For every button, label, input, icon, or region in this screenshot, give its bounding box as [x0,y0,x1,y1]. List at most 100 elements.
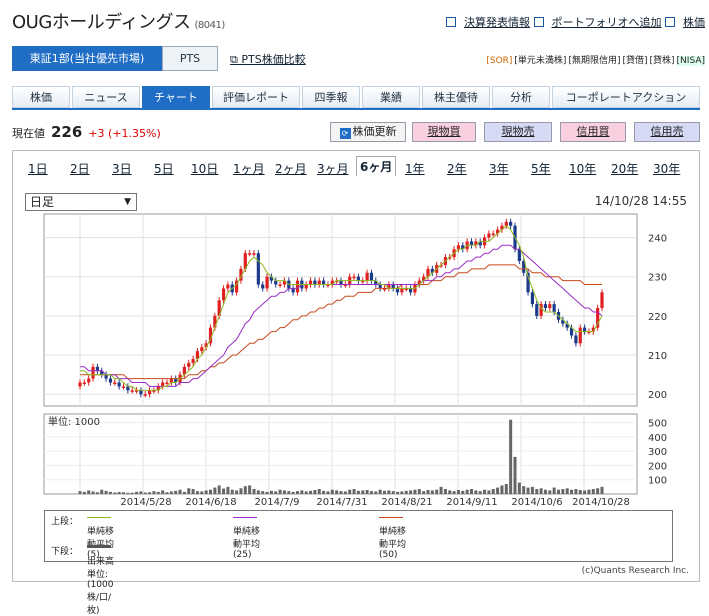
candle-body-116 [583,327,587,332]
volume-bar-31 [213,487,217,494]
vol-tick-1: 200 [648,461,667,472]
candle-body-56 [322,280,326,285]
ma50-swatch [379,517,403,518]
volume-bar-111 [561,489,565,494]
volume-bar-15 [143,492,147,494]
volume-bar-94 [487,490,491,494]
volume-bar-100 [513,456,517,494]
candle-body-55 [317,280,321,285]
vol-tick-3: 400 [648,433,667,444]
volume-bar-30 [209,489,212,494]
legend-ma50-label: 単純移動平均(50) [379,527,407,560]
volume-bar-52 [304,491,308,494]
legend-ma25: 単純移動平均(25) [233,514,261,560]
volume-bar-86 [452,491,456,494]
candle-body-64 [356,276,360,281]
volume-bar-1 [82,491,86,494]
candle-body-67 [369,272,374,281]
volume-bar-102 [522,486,526,494]
volume-bar-110 [557,489,560,494]
date-label-2: 2014/7/9 [255,497,300,508]
candle-body-39 [248,253,252,255]
volume-bar-38 [243,486,247,494]
price-tick-4: 240 [648,234,667,245]
volume-bar-74 [400,491,404,494]
volume-bar-7 [108,491,112,494]
volume-bar-49 [291,491,295,494]
volume-bar-95 [491,489,495,494]
candle-body-63 [352,276,356,279]
volume-bar-108 [548,490,552,494]
candle-body-42 [261,284,265,289]
volume-bar-72 [391,491,395,494]
volume-bar-82 [435,489,439,494]
candle-body-11 [126,386,130,391]
price-tick-1: 210 [648,351,667,362]
volume-bar-19 [161,490,165,494]
legend-volume: 出来高 単位:(1000株/口/枚) [87,544,115,616]
candle-body-15 [143,394,147,396]
legend-ma50: 単純移動平均(50) [379,514,407,560]
volume-bar-4 [95,492,99,494]
chart-legend: 上段： 単純移動平均(5) 単純移動平均(25) 単純移動平均(50) 下段： … [44,510,673,616]
candle-body-20 [165,382,169,384]
volume-bar-56 [322,490,326,494]
volume-bar-3 [91,491,95,494]
candle-body-49 [291,288,295,293]
volume-bar-6 [104,490,108,494]
volume-bar-20 [165,492,169,494]
volume-bar-51 [300,490,304,494]
candle-body-104 [530,292,534,305]
volume-bar-47 [282,490,286,494]
volume-bar-28 [200,491,204,494]
volume-bar-12 [130,492,134,494]
volume-bar-109 [552,487,556,494]
candle-body-87 [456,245,461,250]
candle-body-99 [509,221,513,226]
volume-bar-21 [169,491,173,494]
volume-bar-98 [504,484,508,494]
volume-bar-120 [600,486,604,494]
volume-bar-17 [152,491,156,494]
volume-bar-23 [178,489,182,494]
candle-body-10 [121,386,126,388]
candle-body-66 [365,272,369,281]
volume-bar-29 [204,490,208,494]
vol-tick-2: 300 [648,447,667,458]
volume-bar-36 [235,490,239,494]
volume-bar-48 [287,491,291,494]
volume-bar-81 [430,490,434,494]
candle-body-107 [543,304,548,309]
candle-body-54 [313,280,317,285]
volume-bar-103 [526,487,530,494]
candle-body-50 [295,280,300,293]
volume-bar-64 [356,490,360,494]
volume-swatch [87,545,111,548]
volume-bar-115 [578,490,582,494]
candle-body-115 [578,327,582,344]
volume-bar-58 [330,489,334,494]
volume-bar-106 [539,488,543,494]
volume-bar-73 [396,491,400,494]
candle-body-19 [161,382,165,387]
volume-bar-18 [156,491,160,494]
date-label-7: 2014/10/28 [572,497,630,508]
volume-bar-78 [417,489,421,494]
ma5-swatch [87,517,111,518]
volume-bar-39 [248,485,252,494]
volume-bar-79 [422,491,426,494]
volume-bar-0 [78,491,82,494]
legend-lower-row: 下段： 出来高 単位:(1000株/口/枚) [51,544,114,616]
candle-body-53 [308,280,313,285]
volume-bar-8 [113,492,117,494]
volume-bar-101 [517,482,521,494]
volume-bar-43 [265,491,269,494]
volume-unit-label: 単位: 1000 [48,415,100,428]
price-tick-0: 200 [648,390,667,401]
candle-body-52 [304,284,308,289]
candle-body-101 [517,249,521,262]
volume-bar-37 [239,488,243,494]
volume-bar-27 [195,491,199,494]
price-frame [43,213,638,407]
candle-body-7 [108,378,113,383]
